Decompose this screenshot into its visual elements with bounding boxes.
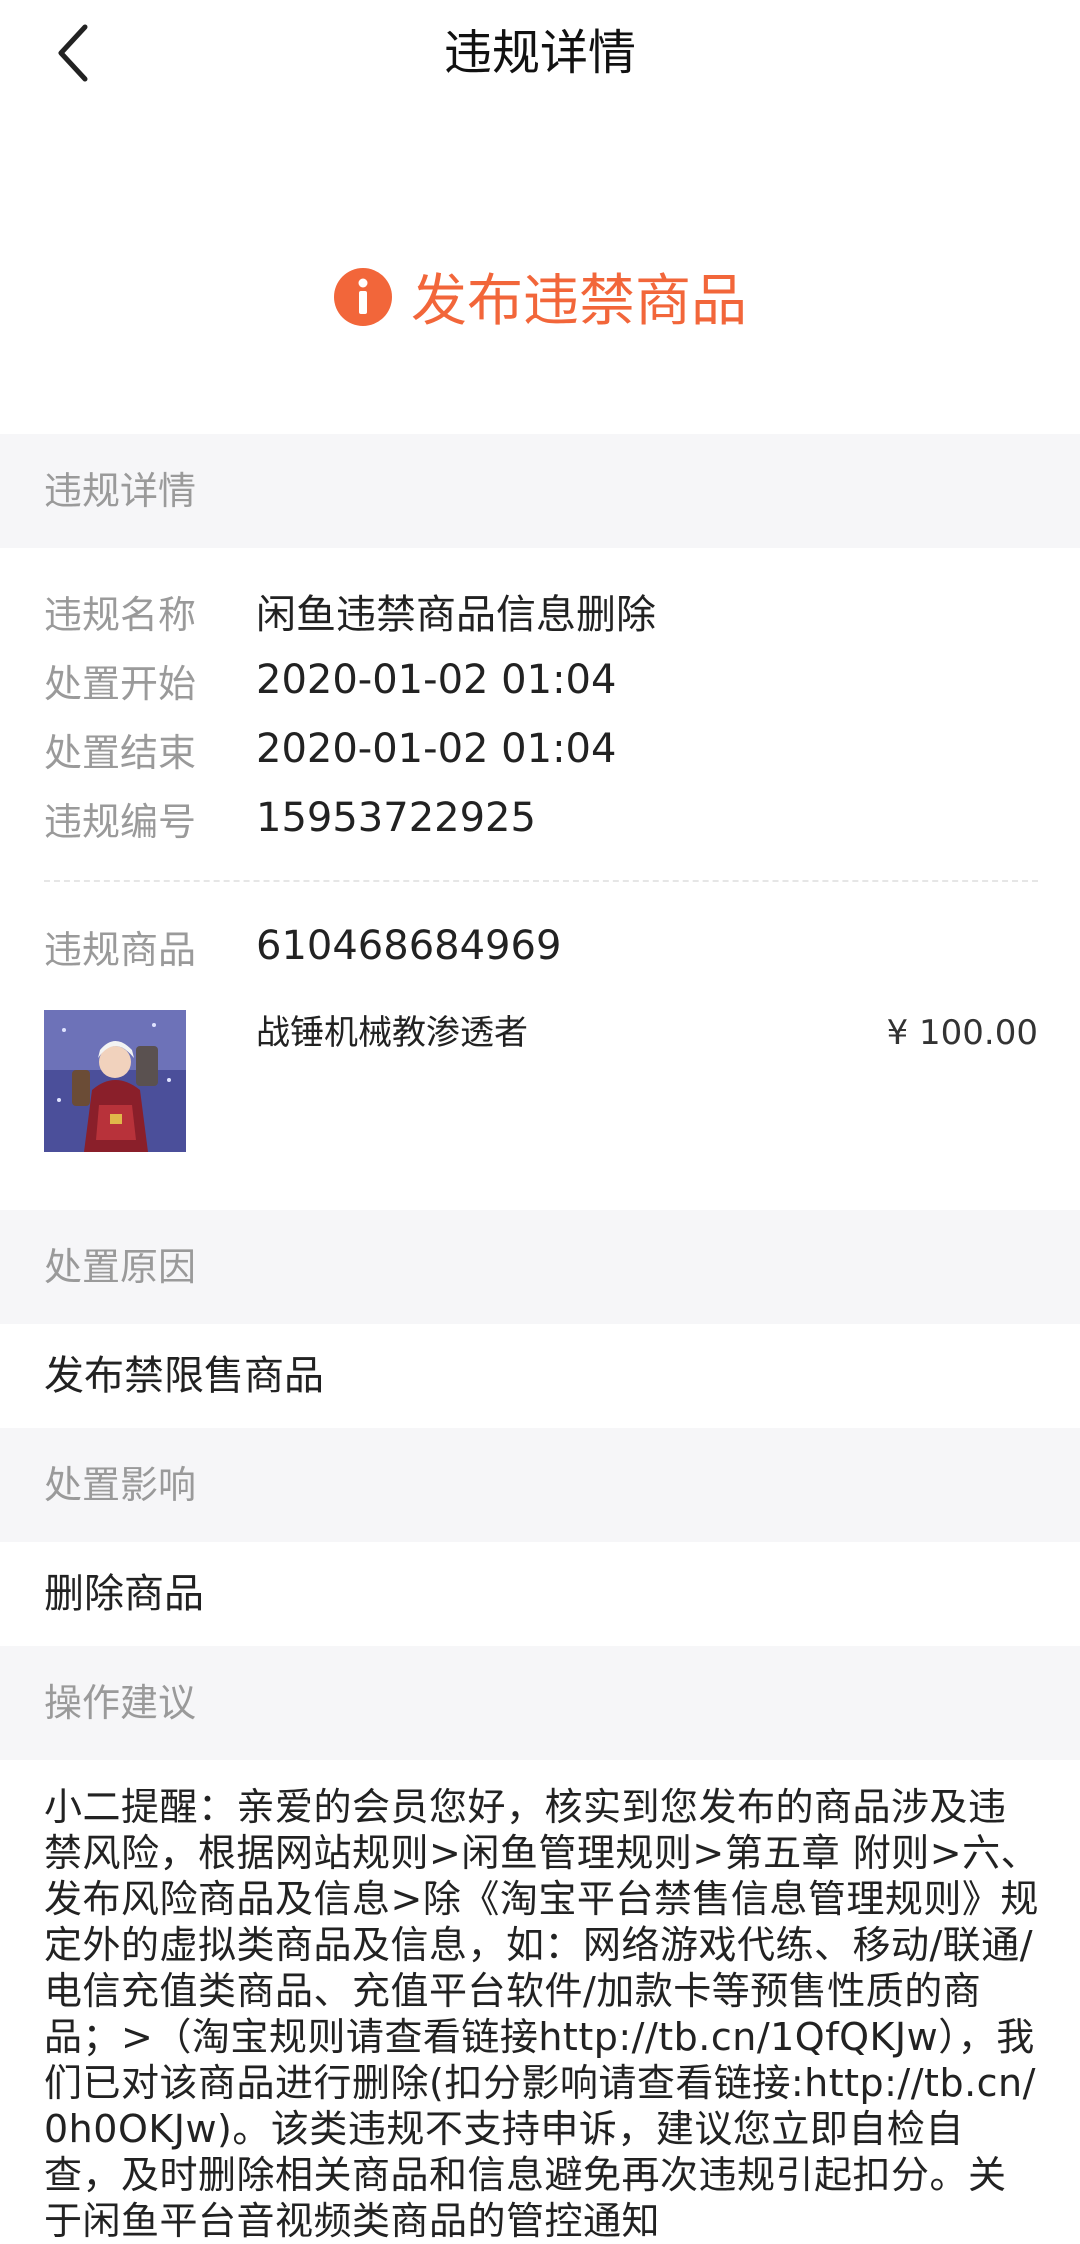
impact-section-header: 处置影响 [0, 1428, 1080, 1542]
reason-section-title: 处置原因 [44, 1245, 197, 1289]
product-id[interactable]: 610468684969 [256, 923, 561, 969]
detail-row: 处置结束 2020-01-02 01:04 [44, 719, 616, 779]
detail-label: 处置开始 [44, 661, 197, 706]
impact-section-title: 处置影响 [44, 1463, 197, 1507]
details-section-header: 违规详情 [0, 434, 1080, 548]
detail-label: 处置结束 [44, 730, 197, 775]
violation-banner: 发布违禁商品 [0, 110, 1080, 434]
info-icon [334, 268, 392, 326]
reason-row: 发布禁限售商品 [0, 1324, 1080, 1428]
reason-section-header: 处置原因 [0, 1210, 1080, 1324]
impact-row: 删除商品 [0, 1542, 1080, 1646]
impact-text: 删除商品 [44, 1571, 204, 1617]
product-name: 战锤机械教渗透者 [256, 1013, 528, 1053]
product-thumbnail[interactable] [44, 1010, 186, 1152]
advice-section-title: 操作建议 [44, 1681, 197, 1725]
product-image [44, 1010, 186, 1152]
page-title: 违规详情 [443, 25, 636, 81]
detail-value: 2020-01-02 01:04 [256, 657, 617, 703]
product-id-row: 违规商品 610468684969 [44, 916, 561, 976]
reason-text: 发布禁限售商品 [44, 1353, 324, 1399]
detail-label: 违规名称 [44, 592, 197, 637]
product-label: 违规商品 [44, 927, 197, 972]
detail-value: 15953722925 [256, 795, 536, 841]
divider [44, 880, 1038, 882]
navigation-bar: 违规详情 [0, 0, 1080, 110]
detail-value: 2020-01-02 01:04 [256, 726, 617, 772]
violation-details: 违规名称 闲鱼违禁商品信息删除 处置开始 2020-01-02 01:04 处置… [0, 548, 1080, 1210]
details-section-title: 违规详情 [44, 469, 197, 513]
product-price: ¥ 100.00 [886, 1013, 1038, 1053]
detail-label: 违规编号 [44, 799, 197, 844]
detail-row: 违规名称 闲鱼违禁商品信息删除 [44, 581, 656, 641]
advice-text: 小二提醒：亲爱的会员您好，核实到您发布的商品涉及违禁风险，根据网站规则>闲鱼管理… [44, 1785, 1040, 2243]
product-item[interactable]: 战锤机械教渗透者 ¥ 100.00 [44, 1010, 1038, 1156]
detail-row: 处置开始 2020-01-02 01:04 [44, 650, 616, 710]
detail-row: 违规编号 15953722925 [44, 788, 536, 848]
detail-value: 闲鱼违禁商品信息删除 [256, 592, 656, 638]
violation-type-title: 发布违禁商品 [411, 269, 747, 334]
advice-section-header: 操作建议 [0, 1646, 1080, 1760]
